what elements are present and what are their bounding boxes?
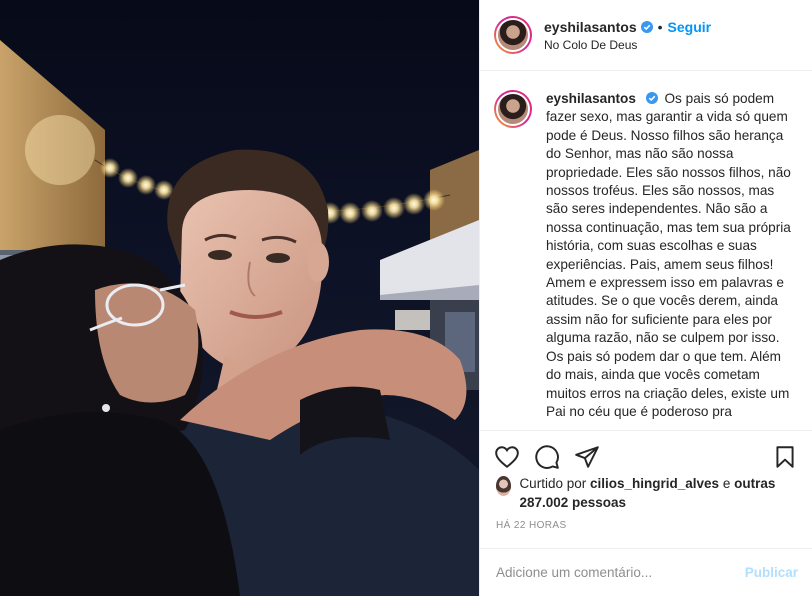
header-text: eyshilasantos • Seguir No Colo De Deus: [544, 19, 711, 52]
author-avatar[interactable]: [494, 16, 532, 54]
likes-prefix: Curtido por: [519, 476, 587, 491]
liker-avatar[interactable]: [496, 476, 512, 496]
heart-icon[interactable]: [494, 444, 520, 470]
caption-author-avatar[interactable]: [494, 90, 532, 128]
post-sidebar: eyshilasantos • Seguir No Colo De Deus e…: [479, 0, 812, 596]
likes-conjunction: e: [722, 476, 731, 491]
separator-dot: •: [657, 18, 663, 35]
follow-button[interactable]: Seguir: [668, 19, 712, 35]
likes-text: Curtido por cilios_hingrid_alves e outra…: [519, 474, 802, 512]
share-icon[interactable]: [574, 444, 600, 470]
bookmark-icon[interactable]: [772, 444, 798, 470]
comment-input[interactable]: [496, 565, 745, 580]
author-username[interactable]: eyshilasantos: [544, 19, 637, 35]
comment-form: Publicar: [480, 548, 812, 596]
verified-badge-icon: [645, 92, 658, 104]
caption-username[interactable]: eyshilasantos: [546, 91, 636, 106]
post-header: eyshilasantos • Seguir No Colo De Deus: [480, 0, 812, 71]
caption-scroll-area[interactable]: eyshilasantos Os pais só podem fazer sex…: [480, 72, 812, 430]
caption-text: eyshilasantos Os pais só podem fazer sex…: [546, 90, 796, 421]
likes-summary: Curtido por cilios_hingrid_alves e outra…: [496, 474, 802, 512]
comment-icon[interactable]: [534, 444, 560, 470]
post-location[interactable]: No Colo De Deus: [544, 38, 711, 52]
caption-body: Os pais só podem fazer sexo, mas garanti…: [546, 91, 791, 419]
verified-badge-icon: [640, 20, 653, 33]
post-photo[interactable]: [0, 0, 479, 596]
publish-button[interactable]: Publicar: [745, 565, 798, 580]
liker-username[interactable]: cilios_hingrid_alves: [590, 476, 719, 491]
post-timestamp[interactable]: HÁ 22 HORAS: [496, 520, 567, 531]
caption: eyshilasantos Os pais só podem fazer sex…: [494, 90, 798, 421]
selfie-image: [0, 40, 479, 596]
